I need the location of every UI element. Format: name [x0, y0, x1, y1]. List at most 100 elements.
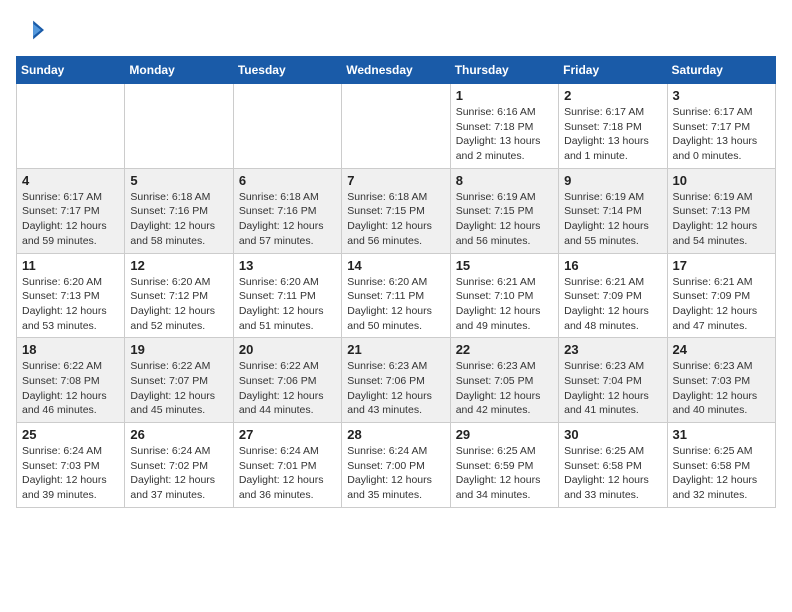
day-number: 26: [130, 427, 227, 442]
day-number: 21: [347, 342, 444, 357]
day-number: 9: [564, 173, 661, 188]
calendar-day: 2 Sunrise: 6:17 AMSunset: 7:18 PMDaylight…: [559, 84, 667, 169]
calendar-day: [17, 84, 125, 169]
day-number: 28: [347, 427, 444, 442]
page-header: [16, 16, 776, 44]
day-info: Sunrise: 6:25 AMSunset: 6:58 PMDaylight:…: [564, 444, 661, 503]
day-info: Sunrise: 6:24 AMSunset: 7:00 PMDaylight:…: [347, 444, 444, 503]
calendar-day: 7Sunrise: 6:18 AMSunset: 7:15 PMDaylight…: [342, 168, 450, 253]
day-info: Sunrise: 6:20 AMSunset: 7:11 PMDaylight:…: [239, 275, 336, 334]
calendar-day: 21 Sunrise: 6:23 AMSunset: 7:06 PMDayligh…: [342, 338, 450, 423]
day-number: 31: [673, 427, 770, 442]
day-info: Sunrise: 6:24 AMSunset: 7:02 PMDaylight:…: [130, 444, 227, 503]
day-info: Sunrise: 6:20 AMSunset: 7:11 PMDaylight:…: [347, 275, 444, 334]
day-info: Sunrise: 6:22 AMSunset: 7:07 PMDaylight:…: [130, 359, 227, 418]
day-number: 30: [564, 427, 661, 442]
logo: [16, 16, 48, 44]
calendar-day: 27 Sunrise: 6:24 AMSunset: 7:01 PMDayligh…: [233, 423, 341, 508]
logo-icon: [16, 16, 44, 44]
day-number: 12: [130, 258, 227, 273]
calendar-day: 3 Sunrise: 6:17 AMSunset: 7:17 PMDaylight…: [667, 84, 775, 169]
day-number: 11: [22, 258, 119, 273]
col-monday: Monday: [125, 57, 233, 84]
calendar-header-row: Sunday Monday Tuesday Wednesday Thursday…: [17, 57, 776, 84]
day-info: Sunrise: 6:17 AMSunset: 7:17 PMDaylight:…: [673, 105, 770, 164]
calendar-day: 22 Sunrise: 6:23 AMSunset: 7:05 PMDayligh…: [450, 338, 558, 423]
calendar-day: 6 Sunrise: 6:18 AMSunset: 7:16 PMDaylight…: [233, 168, 341, 253]
calendar-day: 10 Sunrise: 6:19 AMSunset: 7:13 PMDayligh…: [667, 168, 775, 253]
calendar-day: 25Sunrise: 6:24 AMSunset: 7:03 PMDayligh…: [17, 423, 125, 508]
day-info: Sunrise: 6:22 AMSunset: 7:08 PMDaylight:…: [22, 359, 119, 418]
calendar-day: 29 Sunrise: 6:25 AMSunset: 6:59 PMDayligh…: [450, 423, 558, 508]
calendar-day: 31 Sunrise: 6:25 AMSunset: 6:58 PMDayligh…: [667, 423, 775, 508]
day-number: 6: [239, 173, 336, 188]
calendar-day: 23Sunrise: 6:23 AMSunset: 7:04 PMDayligh…: [559, 338, 667, 423]
day-info: Sunrise: 6:18 AMSunset: 7:16 PMDaylight:…: [239, 190, 336, 249]
day-number: 19: [130, 342, 227, 357]
day-info: Sunrise: 6:24 AMSunset: 7:01 PMDaylight:…: [239, 444, 336, 503]
day-number: 5: [130, 173, 227, 188]
day-info: Sunrise: 6:17 AMSunset: 7:18 PMDaylight:…: [564, 105, 661, 164]
day-number: 13: [239, 258, 336, 273]
calendar-day: [342, 84, 450, 169]
calendar-day: 28 Sunrise: 6:24 AMSunset: 7:00 PMDayligh…: [342, 423, 450, 508]
calendar-day: 9 Sunrise: 6:19 AMSunset: 7:14 PMDaylight…: [559, 168, 667, 253]
calendar-day: 12Sunrise: 6:20 AMSunset: 7:12 PMDayligh…: [125, 253, 233, 338]
day-info: Sunrise: 6:25 AMSunset: 6:58 PMDaylight:…: [673, 444, 770, 503]
day-number: 20: [239, 342, 336, 357]
calendar-table: Sunday Monday Tuesday Wednesday Thursday…: [16, 56, 776, 508]
calendar-week-1: 1 Sunrise: 6:16 AMSunset: 7:18 PMDaylight…: [17, 84, 776, 169]
calendar-day: 24 Sunrise: 6:23 AMSunset: 7:03 PMDayligh…: [667, 338, 775, 423]
calendar-week-4: 18Sunrise: 6:22 AMSunset: 7:08 PMDayligh…: [17, 338, 776, 423]
day-number: 27: [239, 427, 336, 442]
day-info: Sunrise: 6:19 AMSunset: 7:14 PMDaylight:…: [564, 190, 661, 249]
col-friday: Friday: [559, 57, 667, 84]
day-number: 7: [347, 173, 444, 188]
day-number: 1: [456, 88, 553, 103]
day-info: Sunrise: 6:18 AMSunset: 7:16 PMDaylight:…: [130, 190, 227, 249]
calendar-day: 14 Sunrise: 6:20 AMSunset: 7:11 PMDayligh…: [342, 253, 450, 338]
calendar-day: 30 Sunrise: 6:25 AMSunset: 6:58 PMDayligh…: [559, 423, 667, 508]
calendar-day: [125, 84, 233, 169]
day-info: Sunrise: 6:21 AMSunset: 7:10 PMDaylight:…: [456, 275, 553, 334]
day-info: Sunrise: 6:21 AMSunset: 7:09 PMDaylight:…: [673, 275, 770, 334]
day-info: Sunrise: 6:23 AMSunset: 7:06 PMDaylight:…: [347, 359, 444, 418]
col-saturday: Saturday: [667, 57, 775, 84]
col-thursday: Thursday: [450, 57, 558, 84]
day-number: 29: [456, 427, 553, 442]
day-info: Sunrise: 6:19 AMSunset: 7:13 PMDaylight:…: [673, 190, 770, 249]
day-number: 16: [564, 258, 661, 273]
calendar-day: 4Sunrise: 6:17 AMSunset: 7:17 PMDaylight…: [17, 168, 125, 253]
day-number: 10: [673, 173, 770, 188]
day-info: Sunrise: 6:20 AMSunset: 7:13 PMDaylight:…: [22, 275, 119, 334]
day-number: 22: [456, 342, 553, 357]
day-number: 14: [347, 258, 444, 273]
calendar-day: [233, 84, 341, 169]
day-info: Sunrise: 6:23 AMSunset: 7:05 PMDaylight:…: [456, 359, 553, 418]
day-info: Sunrise: 6:23 AMSunset: 7:03 PMDaylight:…: [673, 359, 770, 418]
day-number: 3: [673, 88, 770, 103]
calendar-day: 5 Sunrise: 6:18 AMSunset: 7:16 PMDaylight…: [125, 168, 233, 253]
day-number: 24: [673, 342, 770, 357]
calendar-day: 20 Sunrise: 6:22 AMSunset: 7:06 PMDayligh…: [233, 338, 341, 423]
day-number: 8: [456, 173, 553, 188]
col-wednesday: Wednesday: [342, 57, 450, 84]
day-info: Sunrise: 6:22 AMSunset: 7:06 PMDaylight:…: [239, 359, 336, 418]
calendar-week-3: 11 Sunrise: 6:20 AMSunset: 7:13 PMDayligh…: [17, 253, 776, 338]
calendar-week-2: 4Sunrise: 6:17 AMSunset: 7:17 PMDaylight…: [17, 168, 776, 253]
day-info: Sunrise: 6:17 AMSunset: 7:17 PMDaylight:…: [22, 190, 119, 249]
day-number: 17: [673, 258, 770, 273]
day-info: Sunrise: 6:25 AMSunset: 6:59 PMDaylight:…: [456, 444, 553, 503]
calendar-day: 18Sunrise: 6:22 AMSunset: 7:08 PMDayligh…: [17, 338, 125, 423]
day-number: 2: [564, 88, 661, 103]
calendar-day: 19 Sunrise: 6:22 AMSunset: 7:07 PMDayligh…: [125, 338, 233, 423]
calendar-day: 13 Sunrise: 6:20 AMSunset: 7:11 PMDayligh…: [233, 253, 341, 338]
calendar-day: 8Sunrise: 6:19 AMSunset: 7:15 PMDaylight…: [450, 168, 558, 253]
day-number: 15: [456, 258, 553, 273]
day-info: Sunrise: 6:16 AMSunset: 7:18 PMDaylight:…: [456, 105, 553, 164]
calendar-day: 11 Sunrise: 6:20 AMSunset: 7:13 PMDayligh…: [17, 253, 125, 338]
day-info: Sunrise: 6:24 AMSunset: 7:03 PMDaylight:…: [22, 444, 119, 503]
calendar-day: 15 Sunrise: 6:21 AMSunset: 7:10 PMDayligh…: [450, 253, 558, 338]
calendar-day: 1 Sunrise: 6:16 AMSunset: 7:18 PMDaylight…: [450, 84, 558, 169]
calendar-week-5: 25Sunrise: 6:24 AMSunset: 7:03 PMDayligh…: [17, 423, 776, 508]
